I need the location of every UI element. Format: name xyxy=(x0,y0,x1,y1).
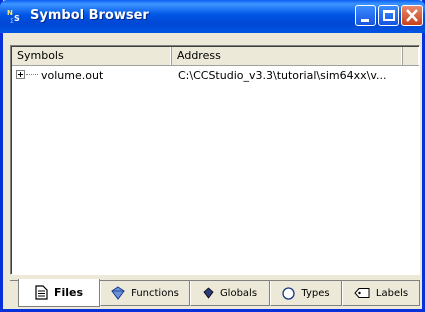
symbol-cell: volume.out xyxy=(41,69,104,82)
globe-icon xyxy=(203,287,214,299)
circle-icon xyxy=(282,286,296,300)
tab-label: Types xyxy=(301,287,330,299)
column-header-filler xyxy=(403,47,419,66)
close-button[interactable] xyxy=(401,5,423,26)
document-icon xyxy=(35,285,48,300)
function-icon xyxy=(111,286,125,300)
column-header-address[interactable]: Address xyxy=(172,47,403,66)
tab-files[interactable]: Files xyxy=(18,279,100,307)
symbol-browser-icon: N S Σ xyxy=(7,9,20,24)
symbol-browser-window: N S Σ Symbol Browser Symbols Address vol xyxy=(0,0,425,312)
column-header-symbols[interactable]: Symbols xyxy=(12,47,172,66)
tab-label: Labels xyxy=(375,287,409,299)
label-icon xyxy=(354,288,370,298)
expand-icon[interactable] xyxy=(16,70,25,79)
tab-globals[interactable]: Globals xyxy=(190,281,270,306)
tab-label: Files xyxy=(53,286,84,299)
title-bar[interactable]: N S Σ Symbol Browser xyxy=(0,0,425,33)
tab-label: Functions xyxy=(131,287,179,299)
tab-strip: Files Functions Globals Types Labels xyxy=(10,279,420,307)
symbol-list[interactable]: Symbols Address volume.out C:\CCStudio_v… xyxy=(10,45,420,275)
svg-text:S: S xyxy=(14,14,20,23)
list-row[interactable]: volume.out C:\CCStudio_v3.3\tutorial\sim… xyxy=(12,67,419,85)
minimize-button[interactable] xyxy=(355,5,376,26)
svg-text:Σ: Σ xyxy=(10,18,14,24)
maximize-icon xyxy=(383,10,395,21)
tree-connector xyxy=(26,74,38,75)
close-icon xyxy=(406,9,418,22)
window-title: Symbol Browser xyxy=(30,8,149,23)
address-cell: C:\CCStudio_v3.3\tutorial\sim64xx\v... xyxy=(178,69,387,82)
svg-text:N: N xyxy=(7,9,13,17)
tab-labels[interactable]: Labels xyxy=(342,281,420,306)
maximize-button[interactable] xyxy=(378,5,399,26)
tab-types[interactable]: Types xyxy=(270,281,342,306)
tab-label: Globals xyxy=(219,287,258,299)
minimize-icon xyxy=(361,19,369,22)
list-header: Symbols Address xyxy=(12,47,419,66)
tab-functions[interactable]: Functions xyxy=(100,281,190,306)
